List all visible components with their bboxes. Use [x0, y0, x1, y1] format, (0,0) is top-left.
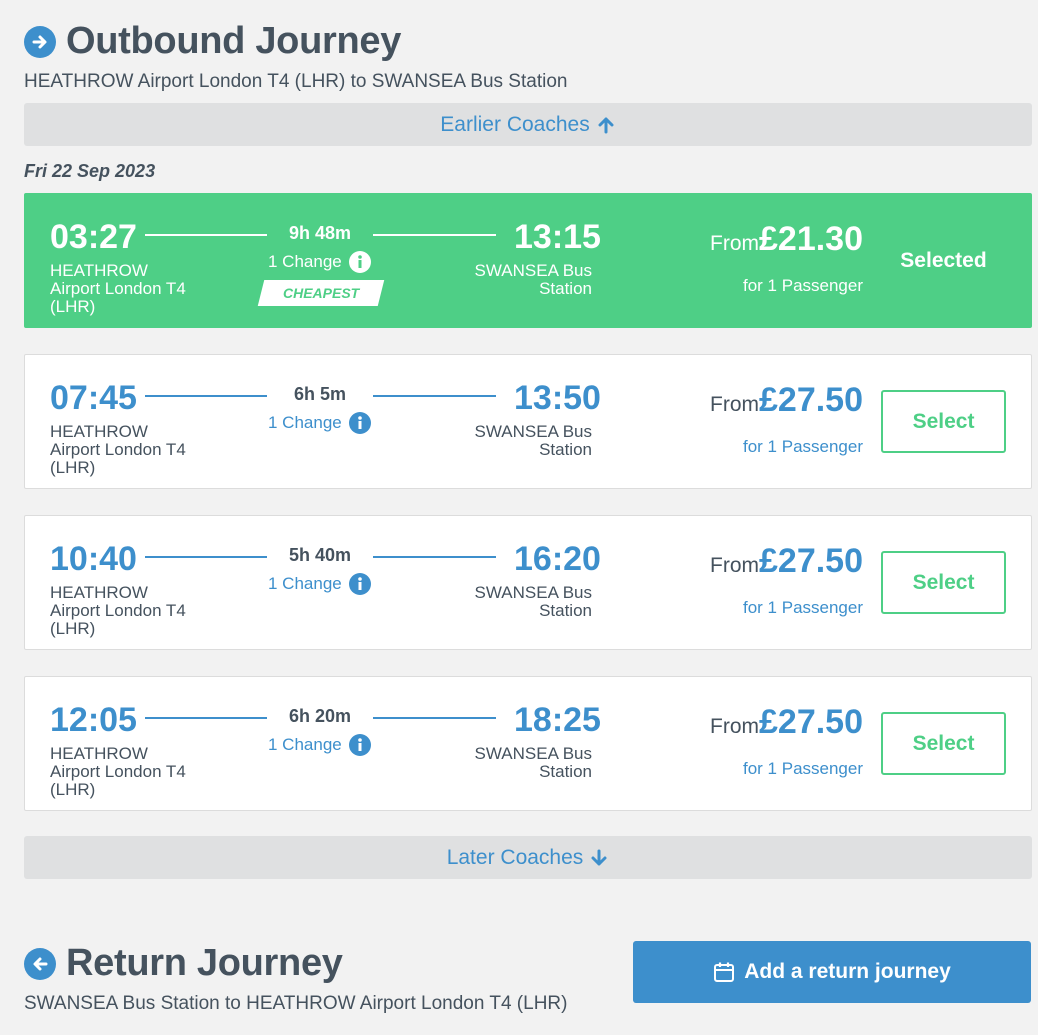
- passenger-count: for 1 Passenger: [742, 759, 863, 778]
- route-line: [373, 234, 496, 236]
- duration: 6h 5m: [293, 384, 347, 404]
- departure-time: 12:05: [50, 701, 137, 739]
- arrow-down-icon: [589, 848, 609, 868]
- route-line: [145, 395, 267, 397]
- price-amount: £27.50: [759, 542, 863, 580]
- changes-info[interactable]: 1 Change: [268, 734, 371, 756]
- price-block: From£27.50: [625, 542, 863, 581]
- departure-stop: HEATHROW Airport London T4 (LHR): [50, 422, 186, 477]
- journey-card[interactable]: 12:05 6h 20m 18:25 1 Change HEATHROW Airport…: [24, 676, 1032, 811]
- journey-card[interactable]: 10:40 5h 40m 16:20 1 Change HEATHROW Airport…: [24, 515, 1032, 650]
- info-icon[interactable]: [348, 734, 371, 756]
- route-line: [145, 556, 267, 558]
- departure-time: 03:27: [50, 218, 137, 256]
- info-icon[interactable]: [348, 573, 371, 595]
- departure-time: 07:45: [50, 379, 137, 417]
- changes-label: 1 Change: [268, 413, 342, 432]
- changes-info[interactable]: 1 Change: [268, 412, 371, 434]
- passenger-count: for 1 Passenger: [742, 598, 863, 617]
- return-title: Return Journey: [66, 942, 343, 984]
- price-amount: £21.30: [759, 220, 863, 258]
- changes-label: 1 Change: [268, 252, 342, 271]
- arrival-stop: SWANSEA Bus Station: [474, 422, 592, 459]
- cheapest-badge: CHEAPEST: [257, 280, 385, 306]
- price-from-label: From: [710, 554, 759, 577]
- price-block: From£27.50: [625, 381, 863, 420]
- price-block: From£21.30: [625, 220, 863, 259]
- price-from-label: From: [710, 715, 759, 738]
- departure-time: 10:40: [50, 540, 137, 578]
- route-line: [373, 395, 496, 397]
- arrival-time: 13:15: [514, 218, 601, 256]
- add-return-journey-button[interactable]: Add a return journey: [633, 941, 1031, 1003]
- earlier-coaches-label: Earlier Coaches: [440, 112, 590, 136]
- info-icon[interactable]: [348, 251, 371, 273]
- arrival-time: 13:50: [514, 379, 601, 417]
- select-button[interactable]: Select: [881, 712, 1006, 775]
- route-line: [373, 717, 496, 719]
- departure-stop: HEATHROW Airport London T4 (LHR): [50, 744, 186, 799]
- arrow-left-circle-icon: [24, 947, 56, 980]
- outbound-heading: Outbound Journey: [24, 20, 401, 63]
- cheapest-badge-label: CHEAPEST: [282, 285, 360, 301]
- departure-stop: HEATHROW Airport London T4 (LHR): [50, 583, 186, 638]
- price-amount: £27.50: [759, 381, 863, 419]
- return-heading: Return Journey: [24, 942, 343, 985]
- earlier-coaches-button[interactable]: Earlier Coaches: [24, 103, 1032, 146]
- calendar-icon: [713, 961, 735, 983]
- changes-info[interactable]: 1 Change: [268, 573, 371, 595]
- changes-info[interactable]: 1 Change: [268, 251, 371, 273]
- changes-label: 1 Change: [268, 735, 342, 754]
- later-coaches-button[interactable]: Later Coaches: [24, 836, 1032, 879]
- select-button[interactable]: Select: [881, 551, 1006, 614]
- passenger-count: for 1 Passenger: [742, 276, 863, 295]
- outbound-route: HEATHROW Airport London T4 (LHR) to SWAN…: [24, 71, 568, 92]
- select-button[interactable]: Select: [881, 390, 1006, 453]
- arrow-right-circle-icon: [24, 25, 56, 58]
- duration: 5h 40m: [288, 545, 352, 565]
- add-return-label: Add a return journey: [744, 960, 951, 983]
- arrival-time: 18:25: [514, 701, 601, 739]
- later-coaches-label: Later Coaches: [446, 845, 584, 869]
- route-line: [373, 556, 496, 558]
- arrow-up-icon: [596, 115, 616, 135]
- arrival-stop: SWANSEA Bus Station: [474, 583, 592, 620]
- outbound-title: Outbound Journey: [66, 20, 402, 62]
- passenger-count: for 1 Passenger: [742, 437, 863, 456]
- selected-status: Selected: [900, 249, 987, 272]
- price-from-label: From: [710, 232, 759, 255]
- changes-label: 1 Change: [268, 574, 342, 593]
- return-route: SWANSEA Bus Station to HEATHROW Airport …: [24, 993, 568, 1014]
- info-icon[interactable]: [348, 412, 371, 434]
- duration: 6h 20m: [288, 706, 352, 726]
- travel-date: Fri 22 Sep 2023: [24, 161, 156, 181]
- journey-card[interactable]: 07:45 6h 5m 13:50 1 Change HEATHROW Airport …: [24, 354, 1032, 489]
- journey-card[interactable]: 03:27 9h 48m 13:15 1 Change HEATHROW Airport…: [24, 193, 1032, 328]
- route-line: [145, 234, 267, 236]
- price-block: From£27.50: [625, 703, 863, 742]
- arrival-stop: SWANSEA Bus Station: [474, 261, 592, 298]
- duration: 9h 48m: [288, 223, 352, 243]
- route-line: [145, 717, 267, 719]
- price-amount: £27.50: [759, 703, 863, 741]
- price-from-label: From: [710, 393, 759, 416]
- arrival-stop: SWANSEA Bus Station: [474, 744, 592, 781]
- departure-stop: HEATHROW Airport London T4 (LHR): [50, 261, 186, 316]
- arrival-time: 16:20: [514, 540, 601, 578]
